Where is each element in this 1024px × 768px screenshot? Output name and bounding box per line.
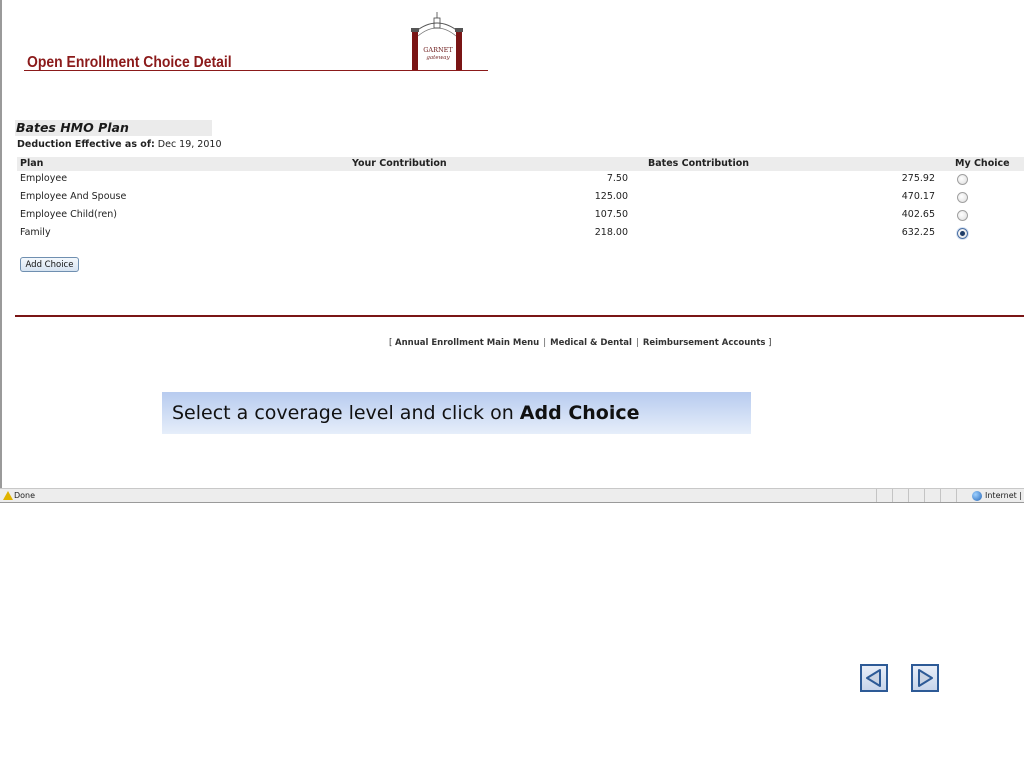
footer-separator: | (635, 338, 639, 348)
footer-separator: | (543, 338, 547, 348)
browser-status-bar: Done Internet | Pr (0, 488, 1024, 503)
status-text: Done (14, 491, 36, 500)
coverage-radio[interactable] (957, 210, 968, 221)
your-contribution-value: 107.50 (594, 209, 628, 220)
footer-navigation: [ Annual Enrollment Main Menu | Medical & … (389, 338, 772, 348)
coverage-radio[interactable] (957, 174, 968, 185)
table-row: Employee Child(ren) 107.50 402.65 (17, 207, 1024, 225)
warning-icon (3, 491, 13, 500)
header-your-contribution: Your Contribution (352, 158, 447, 169)
globe-icon (972, 491, 982, 501)
plan-heading: Bates HMO Plan (15, 120, 212, 136)
link-reimbursement-accounts[interactable]: Reimbursement Accounts (643, 338, 766, 348)
effective-label: Deduction Effective as of: (17, 139, 155, 150)
status-divider (924, 489, 925, 502)
contribution-table: Plan Your Contribution Bates Contributio… (17, 157, 1024, 243)
status-divider (940, 489, 941, 502)
plan-name: Employee Child(ren) (20, 209, 118, 220)
callout-emphasis: Add Choice (519, 402, 640, 424)
your-contribution-value: 7.50 (606, 173, 628, 184)
plan-name: Employee And Spouse (20, 191, 127, 202)
bates-contribution-value: 632.25 (901, 227, 935, 238)
status-divider (892, 489, 893, 502)
security-zone: Internet | Pr (985, 491, 1024, 500)
link-annual-enrollment-main-menu[interactable]: Annual Enrollment Main Menu (395, 338, 539, 348)
your-contribution-value: 125.00 (594, 191, 628, 202)
bates-contribution-value: 470.17 (901, 191, 935, 202)
effective-date-line: Deduction Effective as of: Dec 19, 2010 (17, 139, 222, 150)
footer-close-bracket: ] (768, 338, 772, 348)
logo-subtext: gateway (426, 55, 450, 61)
garnet-gateway-logo (411, 12, 463, 70)
header-plan: Plan (20, 158, 44, 169)
triangle-right-icon (918, 669, 933, 687)
table-row: Employee And Spouse 125.00 470.17 (17, 189, 1024, 207)
link-medical-dental[interactable]: Medical & Dental (550, 338, 632, 348)
table-header: Plan Your Contribution Bates Contributio… (17, 157, 1024, 171)
logo-text: GARNET (423, 46, 453, 54)
table-row: Employee 7.50 275.92 (17, 171, 1024, 189)
coverage-radio[interactable] (957, 192, 968, 203)
footer-open-bracket: [ (389, 338, 393, 348)
instruction-callout: Select a coverage level and click on Add… (162, 392, 751, 434)
add-choice-button[interactable]: Add Choice (20, 257, 79, 272)
triangle-left-icon (866, 669, 881, 687)
plan-name: Family (20, 227, 51, 238)
bates-contribution-value: 275.92 (901, 173, 935, 184)
coverage-radio[interactable] (957, 228, 968, 239)
your-contribution-value: 218.00 (594, 227, 628, 238)
previous-slide-button[interactable] (860, 664, 888, 692)
status-divider (908, 489, 909, 502)
bates-contribution-value: 402.65 (901, 209, 935, 220)
header-my-choice: My Choice (955, 158, 1010, 169)
header-bates-contribution: Bates Contribution (648, 158, 749, 169)
status-divider (876, 489, 877, 502)
next-slide-button[interactable] (911, 664, 939, 692)
plan-name: Employee (20, 173, 68, 184)
table-row: Family 218.00 632.25 (17, 225, 1024, 243)
status-divider (956, 489, 957, 502)
callout-text: Select a coverage level and click on (172, 402, 520, 424)
footer-divider (15, 315, 1024, 317)
effective-date: Dec 19, 2010 (157, 139, 222, 150)
